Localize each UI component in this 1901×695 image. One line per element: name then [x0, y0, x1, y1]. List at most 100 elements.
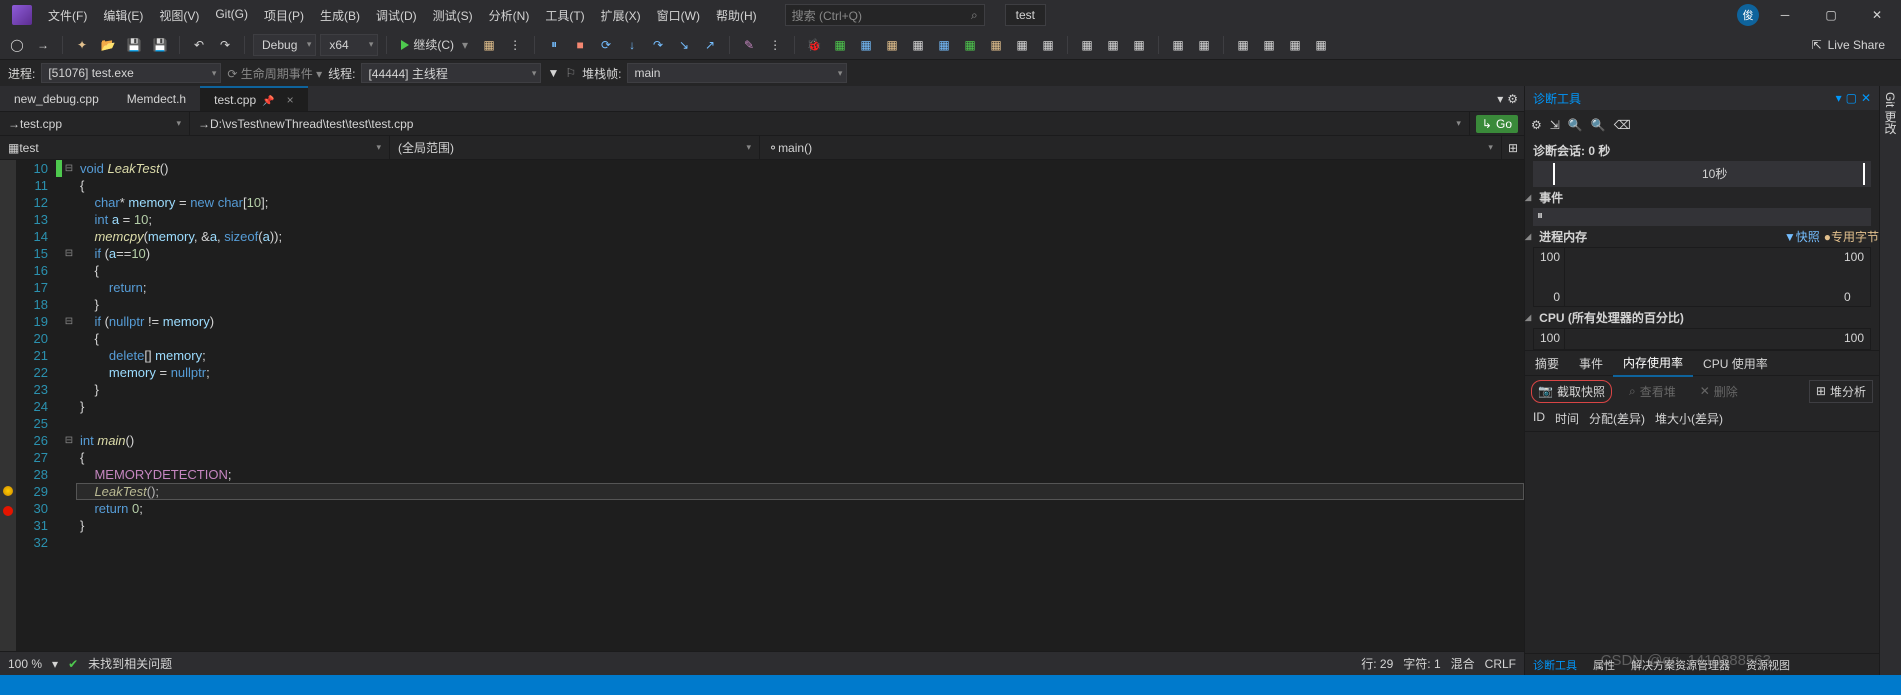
menu-item[interactable]: 生成(B) [312, 3, 368, 28]
menu-item[interactable]: 扩展(X) [593, 3, 649, 28]
restart-icon[interactable]: ⟳ [595, 34, 617, 56]
close-button[interactable]: ✕ [1857, 1, 1897, 29]
tb-icon[interactable]: ▦ [985, 34, 1007, 56]
search-input[interactable]: 搜索 (Ctrl+Q) ⌕ [785, 4, 985, 26]
tb-icon[interactable]: ▦ [1128, 34, 1150, 56]
save-all-icon[interactable]: 💾 [149, 34, 171, 56]
zoom-out-icon[interactable] [1591, 118, 1606, 132]
thread-combo[interactable]: [44444] 主线程 [361, 63, 541, 83]
tb-icon[interactable]: ▦ [1011, 34, 1033, 56]
stack-combo[interactable]: main [627, 63, 847, 83]
tb-icon[interactable]: ▦ [959, 34, 981, 56]
split-icon[interactable]: ⊞ [1502, 141, 1524, 155]
menu-item[interactable]: 文件(F) [40, 3, 95, 28]
events-section[interactable]: 事件 [1525, 187, 1879, 208]
undo-icon[interactable]: ↶ [188, 34, 210, 56]
tb-icon[interactable]: ▦ [1284, 34, 1306, 56]
live-share-button[interactable]: ⇱Live Share [1802, 38, 1895, 52]
line-ending[interactable]: CRLF [1485, 657, 1516, 671]
take-snapshot-button[interactable]: 截取快照 [1531, 380, 1612, 403]
zoom-level[interactable]: 100 % [8, 657, 42, 671]
code-editor[interactable]: 1011121314151617181920212223242526272829… [0, 160, 1524, 651]
pause-icon[interactable]: ⏸ [543, 34, 565, 56]
heap-analysis-button[interactable]: ⊞ 堆分析 [1809, 380, 1873, 403]
tab-memdect[interactable]: Memdect.h [113, 86, 200, 111]
new-icon[interactable]: ✦ [71, 34, 93, 56]
minimize-button[interactable]: ─ [1765, 1, 1805, 29]
menu-item[interactable]: 分析(N) [481, 3, 538, 28]
menu-item[interactable]: 测试(S) [425, 3, 481, 28]
issues-status[interactable]: 未找到相关问题 [88, 655, 172, 672]
user-badge[interactable]: 俊 [1737, 4, 1759, 26]
tb-icon[interactable]: ⋮ [764, 34, 786, 56]
breakpoint-margin[interactable] [0, 160, 16, 651]
gear-icon[interactable] [1507, 92, 1518, 106]
menu-item[interactable]: 项目(P) [256, 3, 312, 28]
menu-item[interactable]: 视图(V) [151, 3, 207, 28]
tb-icon[interactable]: ▦ [881, 34, 903, 56]
insert-mode[interactable]: 混合 [1451, 655, 1475, 672]
zoom-chevron[interactable]: ▾ [52, 657, 58, 671]
menu-item[interactable]: 调试(D) [368, 3, 425, 28]
config-combo[interactable]: Debug [253, 34, 316, 56]
save-icon[interactable]: 💾 [123, 34, 145, 56]
chevron-down-icon[interactable]: ▾ [1497, 92, 1503, 106]
flag-icon[interactable]: ⚐ [565, 66, 576, 80]
solution-config[interactable]: test [1005, 4, 1046, 26]
path-nav[interactable]: → D:\vsTest\newThread\test\test\test.cpp [190, 112, 1470, 135]
menu-item[interactable]: 编辑(E) [95, 3, 151, 28]
pin-icon[interactable] [262, 93, 274, 107]
memory-section[interactable]: 进程内存 ▼快照 ●专用字节 [1525, 226, 1879, 247]
cpu-section[interactable]: CPU (所有处理器的百分比) [1525, 307, 1879, 328]
tab-events[interactable]: 事件 [1569, 351, 1613, 376]
tb-icon[interactable]: ▦ [1193, 34, 1215, 56]
nav-back-icon[interactable]: ◯ [6, 34, 28, 56]
tb-icon[interactable]: ▦ [1258, 34, 1280, 56]
menu-item[interactable]: 工具(T) [537, 3, 592, 28]
zoom-in-icon[interactable] [1568, 118, 1583, 132]
tb-icon[interactable]: ▦ [1037, 34, 1059, 56]
tb-icon[interactable]: ▦ [855, 34, 877, 56]
tab-test-cpp[interactable]: test.cpp [200, 86, 308, 111]
memory-graph[interactable]: 1000 1000 [1533, 247, 1871, 307]
tb-icon[interactable]: ▦ [478, 34, 500, 56]
tb-icon[interactable]: 🐞 [803, 34, 825, 56]
process-combo[interactable]: [51076] test.exe [41, 63, 221, 83]
tb-icon[interactable]: ▦ [1167, 34, 1189, 56]
tab-summary[interactable]: 摘要 [1525, 351, 1569, 376]
redo-icon[interactable]: ↷ [214, 34, 236, 56]
tab-memory-usage[interactable]: 内存使用率 [1613, 350, 1693, 377]
bot-tab-solution[interactable]: 解决方案资源管理器 [1623, 655, 1738, 675]
tb-icon[interactable]: ✎ [738, 34, 760, 56]
tb-icon[interactable]: ▦ [829, 34, 851, 56]
git-changes-sidebar[interactable]: Git 更改 [1879, 86, 1901, 675]
panel-dropdown-icon[interactable]: ▾ [1836, 91, 1842, 105]
continue-button[interactable]: 继续(C)▾ [395, 34, 474, 56]
tb-icon[interactable]: ▦ [1076, 34, 1098, 56]
reset-icon[interactable]: ⌫ [1614, 118, 1631, 132]
lifecycle-events[interactable]: ⟳ 生命周期事件 ▾ [227, 65, 322, 82]
open-icon[interactable]: 📂 [97, 34, 119, 56]
bot-tab-props[interactable]: 属性 [1585, 655, 1623, 675]
filter-icon[interactable]: ▼ [547, 66, 559, 80]
tb-icon[interactable]: ▦ [1310, 34, 1332, 56]
nav-fwd-icon[interactable]: → [32, 34, 54, 56]
platform-combo[interactable]: x64 [320, 34, 378, 56]
bot-tab-resources[interactable]: 资源视图 [1738, 655, 1798, 675]
panel-close-icon[interactable]: ✕ [1861, 91, 1871, 105]
menu-item[interactable]: 帮助(H) [708, 3, 765, 28]
stop-icon[interactable]: ■ [569, 34, 591, 56]
tb-icon[interactable]: ▦ [907, 34, 929, 56]
go-button[interactable]: ↳ Go [1476, 115, 1518, 133]
export-icon[interactable]: ⇲ [1550, 118, 1560, 132]
step-over-icon[interactable]: ↷ [647, 34, 669, 56]
menu-item[interactable]: Git(G) [207, 3, 256, 28]
cpu-graph[interactable]: 100 100 [1533, 328, 1871, 350]
global-scope[interactable]: (全局范围) [390, 136, 760, 159]
function-scope[interactable]: ⚬ main() [760, 136, 1502, 159]
tb-icon[interactable]: ▦ [1102, 34, 1124, 56]
tab-cpu-usage[interactable]: CPU 使用率 [1693, 351, 1778, 376]
bot-tab-diag[interactable]: 诊断工具 [1525, 655, 1585, 675]
tb-icon[interactable]: ⋮ [504, 34, 526, 56]
panel-pin-icon[interactable]: ▢ [1846, 91, 1857, 105]
